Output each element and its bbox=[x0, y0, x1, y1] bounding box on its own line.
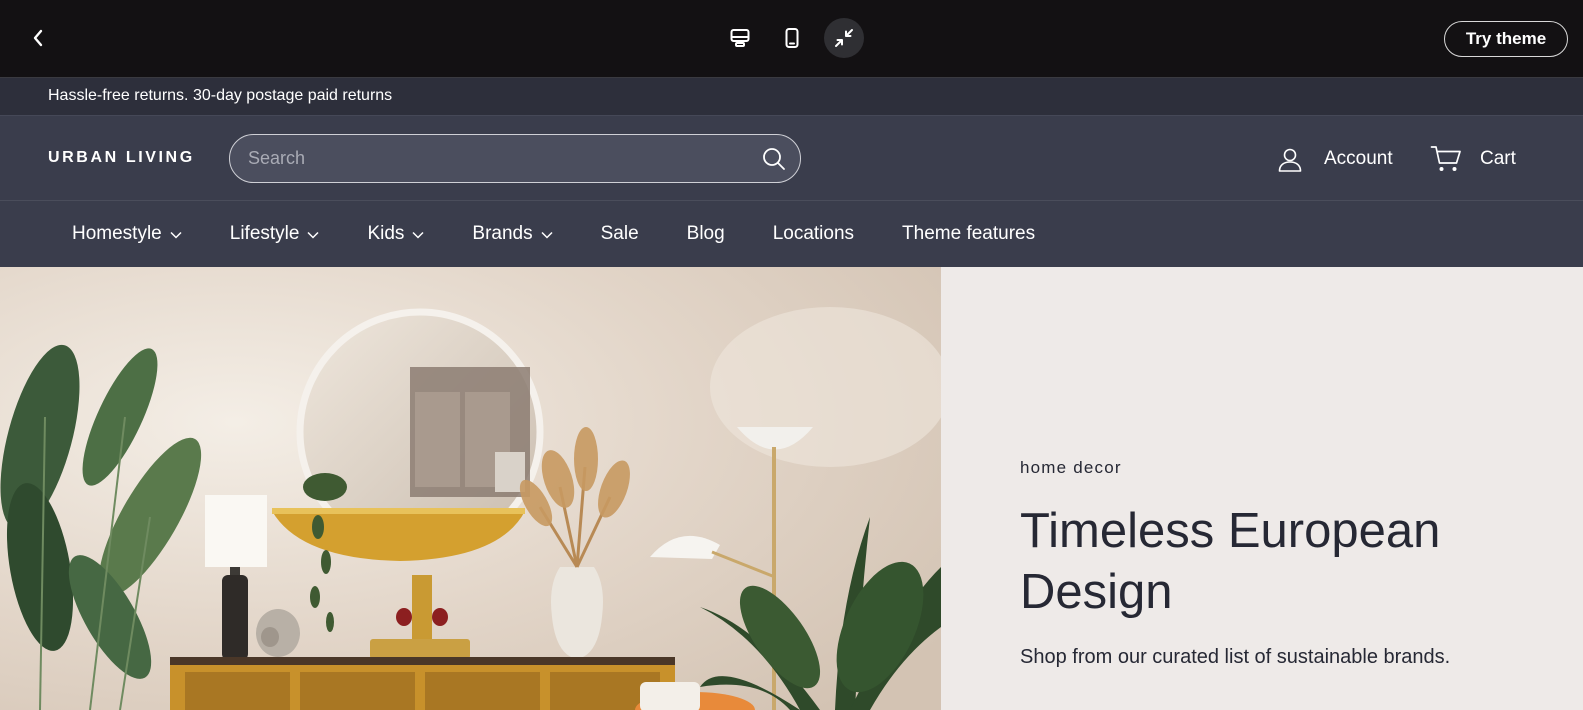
collapse-icon bbox=[835, 29, 853, 47]
cart-icon bbox=[1430, 146, 1461, 171]
fullscreen-toggle-button[interactable] bbox=[824, 18, 864, 58]
announcement-bar: Hassle-free returns. 30-day postage paid… bbox=[0, 78, 1583, 116]
nav-item-label: Sale bbox=[600, 223, 639, 244]
search-icon[interactable] bbox=[762, 147, 786, 171]
interior-scene-illustration bbox=[0, 267, 941, 710]
hero-subtitle: Shop from our curated list of sustainabl… bbox=[1020, 646, 1451, 668]
preview-toolbar: Try theme bbox=[0, 0, 1583, 78]
chevron-down-icon bbox=[307, 231, 319, 239]
store-logo[interactable]: URBAN LIVING bbox=[48, 149, 195, 167]
nav-item-lifestyle[interactable]: Lifestyle bbox=[230, 223, 320, 245]
hero-image bbox=[0, 267, 941, 710]
nav-item-label: Blog bbox=[686, 223, 725, 244]
nav-item-label: Homestyle bbox=[72, 223, 162, 244]
hero-text-panel: home decor Timeless European Design Shop… bbox=[941, 267, 1583, 710]
cart-link[interactable]: Cart bbox=[1430, 144, 1516, 174]
back-button[interactable] bbox=[22, 22, 54, 54]
chevron-down-icon bbox=[412, 231, 424, 239]
nav-item-label: Theme features bbox=[902, 223, 1036, 244]
hero-title: Timeless European Design bbox=[1020, 504, 1441, 619]
nav-item-label: Brands bbox=[472, 223, 533, 244]
try-theme-button[interactable]: Try theme bbox=[1444, 21, 1568, 57]
nav-item-locations[interactable]: Locations bbox=[773, 223, 854, 245]
mobile-view-button[interactable] bbox=[772, 18, 812, 58]
nav-item-sale[interactable]: Sale bbox=[601, 223, 639, 245]
device-switcher bbox=[720, 18, 864, 58]
hero-eyebrow: home decor bbox=[1020, 458, 1122, 477]
nav-list: Homestyle Lifestyle Kids Brands Sale Blo… bbox=[72, 201, 1083, 267]
nav-item-blog[interactable]: Blog bbox=[687, 223, 725, 245]
nav-item-brands[interactable]: Brands bbox=[472, 223, 553, 245]
cart-label: Cart bbox=[1480, 148, 1516, 169]
site-header: URBAN LIVING Account Cart bbox=[0, 116, 1583, 201]
chevron-down-icon bbox=[541, 231, 553, 239]
account-label: Account bbox=[1324, 148, 1393, 169]
nav-item-label: Locations bbox=[772, 223, 855, 244]
chevron-down-icon bbox=[170, 231, 182, 239]
search-input[interactable] bbox=[248, 135, 748, 182]
nav-item-kids[interactable]: Kids bbox=[367, 223, 424, 245]
back-chevron-icon bbox=[33, 29, 43, 47]
user-icon bbox=[1278, 148, 1302, 172]
main-navigation: Homestyle Lifestyle Kids Brands Sale Blo… bbox=[0, 201, 1583, 267]
nav-item-label: Lifestyle bbox=[229, 223, 300, 244]
announcement-text: Hassle-free returns. 30-day postage paid… bbox=[48, 87, 393, 104]
nav-item-label: Kids bbox=[367, 223, 405, 244]
desktop-view-button[interactable] bbox=[720, 18, 760, 58]
desktop-icon bbox=[730, 29, 750, 47]
mobile-icon bbox=[785, 28, 799, 48]
account-link[interactable]: Account bbox=[1276, 144, 1393, 174]
nav-item-homestyle[interactable]: Homestyle bbox=[72, 223, 182, 245]
nav-item-theme-features[interactable]: Theme features bbox=[902, 223, 1035, 245]
search-bar bbox=[229, 134, 801, 183]
